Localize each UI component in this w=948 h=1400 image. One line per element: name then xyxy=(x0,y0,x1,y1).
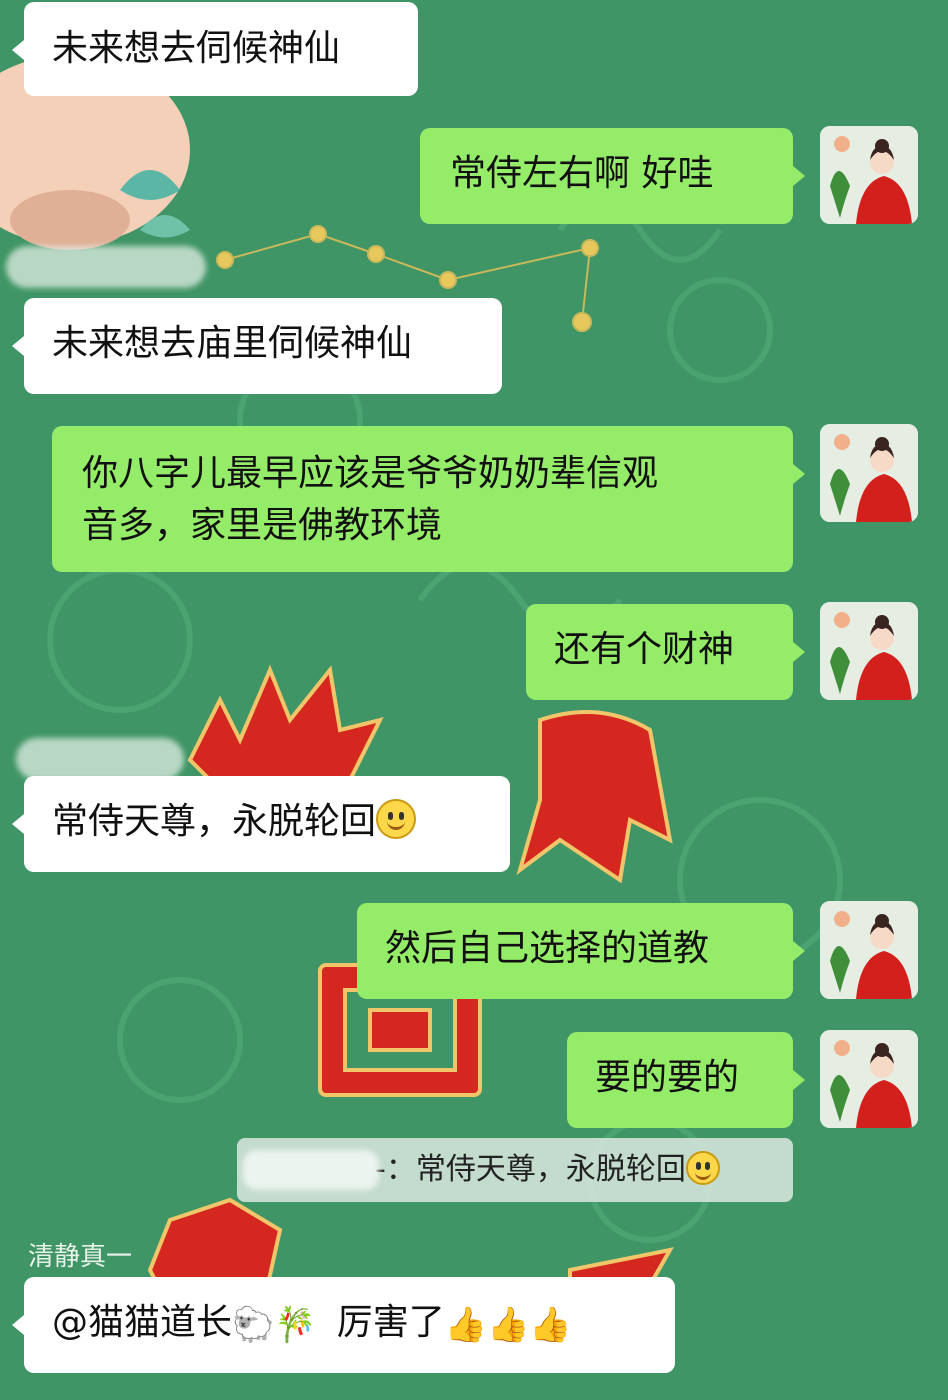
incoming-message-bubble[interactable]: @猫猫道长🐑🎋 厉害了👍👍👍 xyxy=(12,1277,675,1373)
message-text: 常侍天尊，永脱轮回 xyxy=(52,801,377,842)
avatar-red-hanfu-woman-icon xyxy=(820,1030,918,1128)
sheep-icon: 🐑 xyxy=(232,1305,275,1345)
smiling-face-icon xyxy=(376,799,417,839)
incoming-message-bubble[interactable]: 未来想去伺候神仙 xyxy=(12,2,418,96)
avatar-red-hanfu-woman-icon xyxy=(820,424,918,522)
avatar[interactable] xyxy=(820,424,918,522)
thumbs-up-icon: 👍👍👍 xyxy=(444,1305,572,1345)
incoming-message-bubble[interactable]: 常侍天尊，永脱轮回 xyxy=(12,776,510,872)
mention-text[interactable]: @猫猫道长 xyxy=(52,1302,232,1343)
blurred-sender-name xyxy=(16,738,184,780)
message-text: 要的要的 xyxy=(595,1057,740,1098)
outgoing-message-bubble[interactable]: 然后自己选择的道教 xyxy=(357,903,805,999)
avatar[interactable] xyxy=(820,126,918,224)
outgoing-message-bubble[interactable]: 还有个财神 xyxy=(526,604,805,700)
avatar-red-hanfu-woman-icon xyxy=(820,602,918,700)
outgoing-message-bubble[interactable]: 你八字儿最早应该是爷爷奶奶辈信观 音多，家里是佛教环境 xyxy=(52,426,805,572)
blurred-quote-sender xyxy=(243,1150,379,1190)
message-text: 未来想去伺候神仙 xyxy=(52,28,341,69)
quoted-text: -：常侍天尊，永脱轮回 xyxy=(375,1152,686,1187)
avatar[interactable] xyxy=(820,602,918,700)
message-text-line: 音多，家里是佛教环境 xyxy=(82,505,443,546)
message-text: 厉害了 xyxy=(336,1302,445,1343)
message-text: 然后自己选择的道教 xyxy=(385,928,710,969)
avatar[interactable] xyxy=(820,901,918,999)
blurred-sender-name xyxy=(6,246,206,288)
quoted-message[interactable]: -：常侍天尊，永脱轮回 xyxy=(237,1138,793,1202)
message-text: 还有个财神 xyxy=(554,629,735,670)
bamboo-icon: 🎋 xyxy=(274,1305,317,1345)
avatar-red-hanfu-woman-icon xyxy=(820,901,918,999)
message-text-line: 你八字儿最早应该是爷爷奶奶辈信观 xyxy=(82,453,659,494)
incoming-message-bubble[interactable]: 未来想去庙里伺候神仙 xyxy=(12,298,502,394)
sender-name: 清静真一 xyxy=(28,1242,133,1272)
message-text: 常侍左右啊 好哇 xyxy=(450,153,714,194)
smiling-face-icon xyxy=(685,1151,720,1185)
outgoing-message-bubble[interactable]: 常侍左右啊 好哇 xyxy=(420,128,805,224)
outgoing-message-bubble[interactable]: 要的要的 xyxy=(567,1032,805,1128)
avatar[interactable] xyxy=(820,1030,918,1128)
avatar-red-hanfu-woman-icon xyxy=(820,126,918,224)
message-text: 未来想去庙里伺候神仙 xyxy=(52,323,413,364)
